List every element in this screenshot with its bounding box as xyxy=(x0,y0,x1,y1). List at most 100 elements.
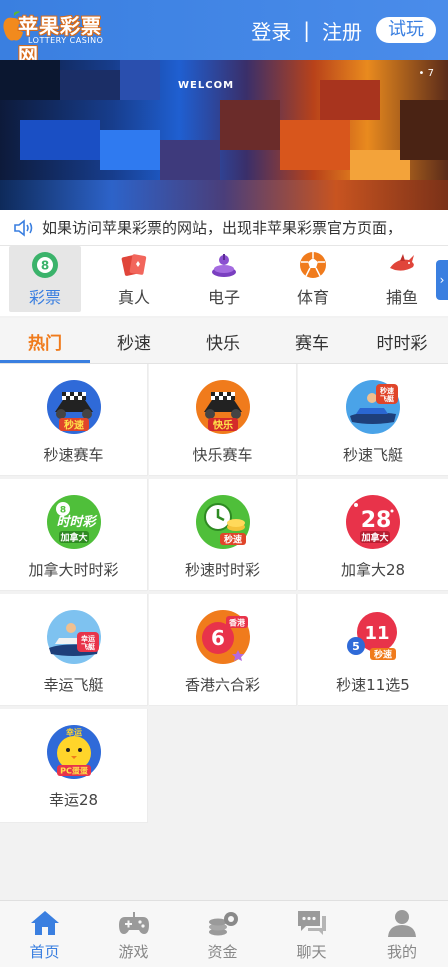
nav-profile[interactable]: 我的 xyxy=(356,901,448,967)
game-label: 秒速飞艇 xyxy=(342,446,403,464)
svg-text:PC蛋蛋: PC蛋蛋 xyxy=(60,767,88,776)
game-label: 幸运28 xyxy=(48,791,99,809)
race-car-icon: 快乐 xyxy=(195,380,250,434)
game-tile-canada-ssc[interactable]: 8 时时彩 加拿大 加拿大 时时彩 xyxy=(0,479,148,591)
login-link[interactable]: 登录 xyxy=(251,16,291,45)
home-icon xyxy=(30,910,59,935)
gamepad-icon xyxy=(118,911,149,934)
category-tab-live[interactable]: 真人 xyxy=(98,246,170,312)
game-tile-fast-ssc[interactable]: 秒速 秒速时时彩 xyxy=(149,479,297,591)
chat-icon xyxy=(297,910,326,935)
nav-games[interactable]: 游戏 xyxy=(89,901,178,967)
nav-label: 首页 xyxy=(29,942,60,961)
svg-text:8: 8 xyxy=(41,259,49,273)
app-logo[interactable]: 苹果彩票网 LOTTERY CASINO xyxy=(2,6,114,67)
clock-coins-icon: 秒速 xyxy=(195,495,250,549)
link-separator: | xyxy=(303,18,310,42)
category-tab-electronic[interactable]: 电子 xyxy=(188,246,260,312)
svg-text:飞艇: 飞艇 xyxy=(380,394,395,403)
nav-label: 资金 xyxy=(207,942,238,961)
shark-icon xyxy=(390,254,414,271)
svg-text:香港: 香港 xyxy=(228,618,246,628)
nav-chat[interactable]: 聊天 xyxy=(267,901,356,967)
app-page: 苹果彩票网 LOTTERY CASINO 登录 | 注册 试玩 WELCOM •… xyxy=(0,0,448,967)
svg-text:28: 28 xyxy=(361,508,392,533)
game-label: 快乐赛车 xyxy=(192,446,253,464)
svg-text:秒速: 秒速 xyxy=(380,386,394,395)
category-tab-sports[interactable]: 体育 xyxy=(277,246,349,312)
category-tab-fishing[interactable]: 捕鱼 xyxy=(366,246,438,312)
subtab-hot[interactable]: 热门 xyxy=(0,318,90,364)
subtab-shishicai[interactable]: 时时彩 xyxy=(356,318,448,364)
game-tile-happy-racing[interactable]: 快乐 快乐赛车 xyxy=(149,364,297,476)
game-tile-fast-11x5[interactable]: 11 5 秒速 秒速11选5 xyxy=(298,594,448,706)
svg-text:5: 5 xyxy=(352,640,360,653)
banner-corner-text: • 7 xyxy=(418,68,434,79)
game-tile-hk-marksix[interactable]: 6 香港 香港六合彩 xyxy=(149,594,297,706)
subtab-racing[interactable]: 赛车 xyxy=(268,318,356,364)
trial-button[interactable]: 试玩 xyxy=(376,17,436,43)
notice-bar[interactable]: 如果访问苹果彩票的网站，出现非苹果彩票官方页面， xyxy=(0,210,448,246)
promo-banner[interactable]: WELCOM • 7 xyxy=(0,60,448,210)
subtab-happy[interactable]: 快乐 xyxy=(178,318,268,364)
game-tile-fast-racing[interactable]: 秒速 秒速赛车 xyxy=(0,364,148,476)
nav-home[interactable]: 首页 xyxy=(0,901,89,967)
category-tab-lottery[interactable]: 8 彩票 xyxy=(9,246,81,312)
game-label: 加拿大28 xyxy=(340,561,406,579)
category-label: 彩票 xyxy=(28,288,61,307)
svg-text:8: 8 xyxy=(59,506,65,516)
svg-text:快乐: 快乐 xyxy=(212,419,233,432)
game-label: 幸运飞艇 xyxy=(43,676,104,694)
ball-28-icon: 28 加拿大 xyxy=(346,495,400,549)
category-label: 捕鱼 xyxy=(385,288,418,307)
jet-ski-icon: 秒速 飞艇 xyxy=(346,380,400,434)
game-tile-lucky-boat[interactable]: 幸运 飞艇 幸运飞艇 xyxy=(0,594,148,706)
svg-text:6: 6 xyxy=(211,626,225,650)
nav-label: 游戏 xyxy=(118,942,149,961)
soccer-ball-icon xyxy=(300,252,326,278)
register-link[interactable]: 注册 xyxy=(322,16,362,45)
game-tile-fast-boat[interactable]: 秒速 飞艇 秒速飞艇 xyxy=(298,364,448,476)
top-header: 苹果彩票网 LOTTERY CASINO 登录 | 注册 试玩 xyxy=(0,0,448,67)
svg-text:加拿大: 加拿大 xyxy=(59,532,87,544)
svg-text:11: 11 xyxy=(364,623,389,644)
category-label: 真人 xyxy=(117,288,150,307)
game-tile-lucky-28[interactable]: 幸运 PC蛋蛋 幸运28 xyxy=(0,709,148,823)
nav-label: 我的 xyxy=(386,942,417,961)
ball-11-icon: 11 5 秒速 xyxy=(347,612,397,661)
playing-cards-icon xyxy=(121,254,147,276)
coins-icon xyxy=(208,911,238,935)
category-label: 电子 xyxy=(207,288,240,307)
game-label: 香港六合彩 xyxy=(184,676,260,694)
subtab-fast[interactable]: 秒速 xyxy=(90,318,178,364)
game-tile-canada-28[interactable]: 28 加拿大 加拿大28 xyxy=(298,479,448,591)
svg-text:幸运: 幸运 xyxy=(81,634,96,643)
six-ball-icon: 6 香港 xyxy=(195,610,250,664)
bottom-nav: 首页 游戏 资金 聊天 我的 xyxy=(0,900,448,967)
jet-ski-icon: 幸运 飞艇 xyxy=(46,610,101,664)
category-tabs: 8 彩票 真人 电子 体育 捕鱼 › xyxy=(0,246,448,316)
speaker-icon xyxy=(14,218,33,237)
category-label: 体育 xyxy=(296,288,329,307)
notice-text: 如果访问苹果彩票的网站，出现非苹果彩票官方页面， xyxy=(42,219,403,237)
svg-text:秒速: 秒速 xyxy=(223,534,241,546)
svg-text:秒速: 秒速 xyxy=(374,649,392,661)
lottery-ball-icon: 8 时时彩 加拿大 xyxy=(46,495,101,549)
category-scroll-arrow[interactable]: › xyxy=(436,260,448,300)
race-car-icon: 秒速 xyxy=(46,380,101,434)
lottery-ball-icon: 8 xyxy=(32,252,58,278)
logo-subtext: LOTTERY CASINO xyxy=(28,36,104,45)
auth-links: 登录 | 注册 试玩 xyxy=(251,14,436,46)
svg-text:飞艇: 飞艇 xyxy=(81,642,96,651)
game-label: 秒速时时彩 xyxy=(184,561,260,579)
chick-icon: 幸运 PC蛋蛋 xyxy=(46,725,101,779)
nav-label: 聊天 xyxy=(296,942,327,961)
banner-text: WELCOM xyxy=(178,80,235,91)
svg-text:秒速: 秒速 xyxy=(64,419,84,432)
svg-text:加拿大: 加拿大 xyxy=(360,532,388,544)
game-label: 秒速赛车 xyxy=(43,446,104,464)
svg-text:时时彩: 时时彩 xyxy=(56,514,97,530)
nav-funds[interactable]: 资金 xyxy=(178,901,267,967)
lottery-subtabs: 热门 秒速 快乐 赛车 时时彩 xyxy=(0,318,448,364)
svg-text:幸运: 幸运 xyxy=(66,727,82,737)
